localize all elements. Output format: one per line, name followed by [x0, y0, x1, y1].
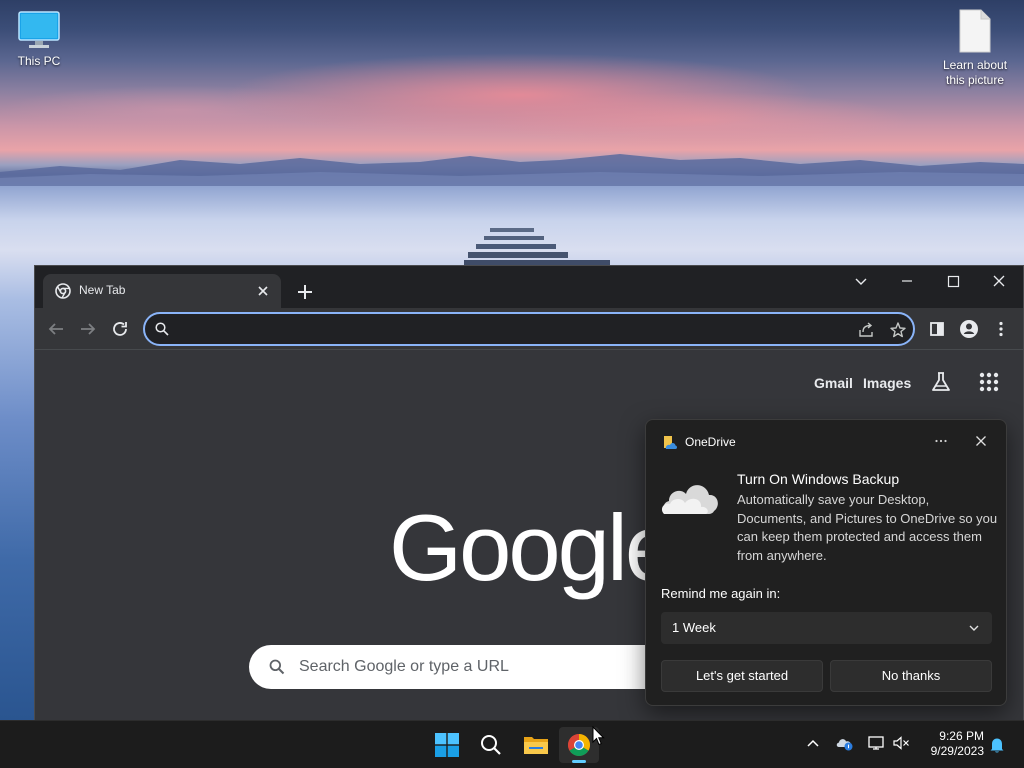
onedrive-icon[interactable] [836, 735, 854, 751]
chevron-up-icon[interactable] [805, 735, 821, 751]
forward-arrow-icon[interactable] [75, 316, 101, 342]
new-tab-icon[interactable] [293, 280, 317, 304]
address-bar[interactable] [143, 312, 915, 346]
mountain-silhouette [0, 154, 1024, 186]
onedrive-notification: OneDrive Turn On Windows Backup Automati… [645, 419, 1007, 706]
gmail-link[interactable]: Gmail [814, 375, 853, 391]
images-link[interactable]: Images [863, 375, 911, 391]
close-window-icon[interactable] [976, 268, 1022, 296]
menu-kebab-icon[interactable] [988, 316, 1014, 342]
reload-icon[interactable] [107, 316, 133, 342]
search-button[interactable] [471, 727, 511, 763]
profile-avatar-icon[interactable] [956, 316, 982, 342]
notification-body: Automatically save your Desktop, Documen… [737, 492, 998, 563]
apps-grid-icon[interactable] [976, 369, 1002, 395]
system-clock[interactable]: 9:26 PM 9/29/2023 [920, 729, 984, 759]
pier-silhouette [464, 228, 610, 266]
tab-search-chevron-icon[interactable] [838, 268, 884, 296]
desktop-icon-label: This PC [17, 54, 61, 68]
side-panel-icon[interactable] [924, 316, 950, 342]
mouse-cursor-icon [592, 726, 605, 746]
notification-bell-icon[interactable] [988, 736, 1006, 754]
network-icon[interactable] [868, 735, 886, 751]
notification-app-name: OneDrive [685, 435, 736, 449]
cloud-icon [661, 485, 718, 514]
search-icon [155, 322, 169, 336]
chrome-favicon-icon [55, 283, 71, 299]
start-button[interactable] [427, 727, 467, 763]
back-arrow-icon[interactable] [43, 316, 69, 342]
labs-flask-icon[interactable] [928, 369, 954, 395]
active-indicator [572, 760, 586, 763]
notification-headline: Turn On Windows Backup [737, 471, 900, 487]
document-icon [959, 9, 991, 53]
monitor-icon [18, 11, 60, 48]
title-bar[interactable]: New Tab [35, 266, 1023, 308]
desktop-icon-learn-about-picture[interactable]: Learn about this picture [936, 8, 1014, 88]
search-icon [269, 659, 285, 675]
share-icon[interactable] [857, 321, 875, 339]
tab-title: New Tab [79, 283, 126, 297]
file-explorer-button[interactable] [515, 727, 555, 763]
minimize-icon[interactable] [884, 268, 930, 296]
chrome-icon [568, 734, 590, 756]
close-tab-icon[interactable] [253, 281, 273, 301]
address-input[interactable] [177, 318, 837, 340]
volume-muted-icon[interactable] [893, 735, 911, 751]
browser-toolbar [35, 308, 1023, 350]
file-explorer-icon [524, 737, 548, 754]
google-logo: Google [389, 495, 677, 600]
clock-time: 9:26 PM [939, 729, 984, 743]
desktop-icon-label: Learn about this picture [942, 58, 1008, 87]
remind-label: Remind me again in: [661, 586, 781, 601]
no-thanks-button[interactable]: No thanks [830, 660, 992, 692]
maximize-icon[interactable] [930, 268, 976, 296]
clock-date: 9/29/2023 [930, 744, 984, 758]
desktop-icon-this-pc[interactable]: This PC [0, 10, 78, 69]
search-icon [481, 735, 501, 755]
remind-selected-value: 1 Week [672, 620, 716, 635]
tab-new-tab[interactable]: New Tab [43, 274, 281, 308]
start-icon [435, 733, 459, 757]
taskbar: 9:26 PM 9/29/2023 [0, 720, 1024, 768]
more-options-icon[interactable] [928, 430, 954, 452]
remind-interval-select[interactable]: 1 Week [661, 612, 992, 644]
close-notification-icon[interactable] [968, 430, 994, 452]
bookmark-star-icon[interactable] [889, 321, 907, 339]
lets-get-started-button[interactable]: Let's get started [661, 660, 823, 692]
onedrive-app-icon [664, 436, 677, 449]
chevron-down-icon [969, 625, 979, 631]
